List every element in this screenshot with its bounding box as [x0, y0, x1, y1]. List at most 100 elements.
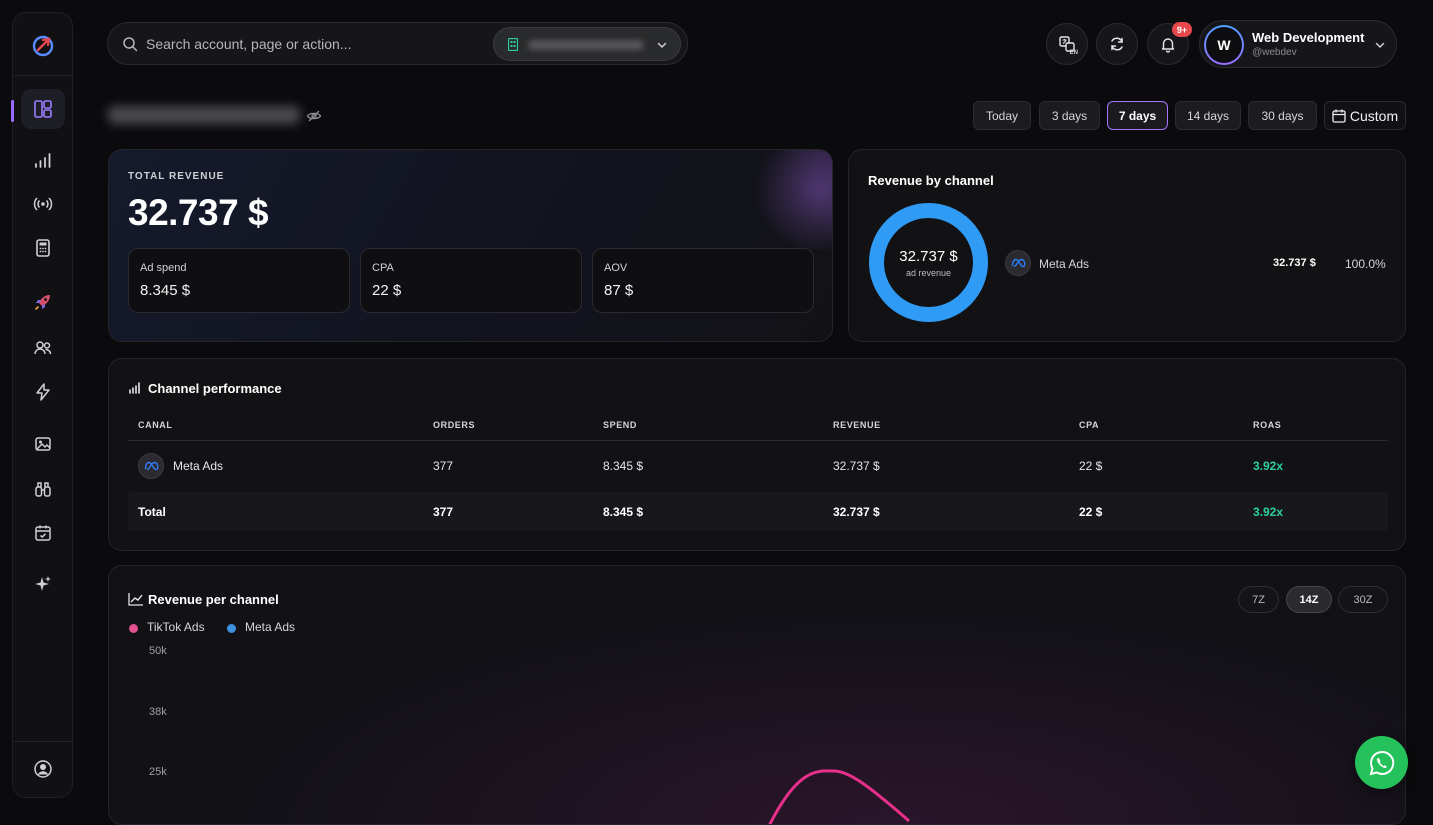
broadcast-icon — [33, 197, 53, 211]
sidebar-item-research[interactable] — [21, 469, 65, 509]
total-revenue-card: TOTAL REVENUE 32.737 $ Ad spend 8.345 $ … — [108, 149, 833, 342]
whatsapp-icon — [1369, 750, 1394, 775]
meta-icon — [144, 461, 158, 471]
column-header-canal[interactable]: CANAL — [138, 420, 173, 430]
meta-logo — [138, 453, 164, 479]
range-14days-button[interactable]: 14 days — [1175, 101, 1241, 130]
revenue-by-channel-card: Revenue by channel 32.737 $ ad revenue M… — [848, 149, 1406, 342]
donut-subtitle: ad revenue — [905, 267, 952, 278]
legend-dot-tiktok — [129, 624, 138, 633]
rocket-icon — [35, 295, 50, 310]
range-30days-button[interactable]: 30 days — [1248, 101, 1317, 130]
card-title: Revenue per channel — [148, 592, 279, 607]
avatar-initial: W — [1206, 27, 1242, 63]
total-revenue-value: 32.737 $ — [128, 192, 269, 233]
chevron-down-icon — [657, 42, 667, 49]
logo-icon[interactable] — [29, 31, 57, 59]
table-total-row — [128, 492, 1388, 531]
sidebar-item-automations[interactable] — [21, 372, 65, 412]
account-name-redacted — [528, 40, 644, 50]
revenue-line-chart — [768, 769, 910, 824]
sidebar-item-account[interactable] — [21, 749, 65, 789]
decorative-glow — [749, 150, 832, 250]
users-icon — [34, 341, 52, 355]
column-header-cpa[interactable]: CPA — [1079, 420, 1099, 430]
dashboard-icon — [34, 100, 52, 118]
account-selector[interactable] — [493, 27, 681, 61]
sparkles-icon — [35, 576, 51, 591]
whatsapp-button[interactable] — [1355, 736, 1408, 789]
lightning-icon — [36, 383, 50, 401]
line-chart-icon — [128, 593, 143, 606]
period-chip-7[interactable]: 7Z — [1238, 586, 1279, 613]
notifications-button[interactable]: 9+ — [1147, 22, 1192, 65]
search-bar — [107, 22, 688, 65]
refresh-button[interactable] — [1096, 23, 1138, 65]
series-line-tiktok-ads — [768, 769, 910, 824]
column-header-spend[interactable]: SPEND — [603, 420, 637, 430]
meta-icon — [1011, 258, 1025, 268]
range-7days-button[interactable]: 7 days — [1107, 101, 1168, 130]
bar-chart-icon — [129, 382, 140, 394]
sidebar-item-team[interactable] — [21, 328, 65, 368]
y-tick-label: 25k — [149, 766, 167, 778]
column-header-orders[interactable]: ORDERS — [433, 420, 475, 430]
search-input[interactable] — [146, 33, 486, 55]
metric-ad-spend: Ad spend 8.345 $ — [128, 248, 350, 313]
language-button[interactable]: EN — [1046, 23, 1088, 65]
metric-label: AOV — [604, 262, 628, 274]
sidebar-item-live[interactable] — [21, 184, 65, 224]
donut-center: 32.737 $ ad revenue — [868, 202, 989, 323]
meta-logo — [1005, 250, 1031, 276]
metric-aov: AOV 87 $ — [592, 248, 814, 313]
channel-name: Meta Ads — [1039, 257, 1090, 271]
total-orders: 377 — [433, 505, 454, 519]
profile-menu[interactable]: W Web Development @webdev — [1199, 20, 1397, 68]
calendar-check-icon — [35, 525, 51, 541]
sidebar-item-launch[interactable] — [21, 282, 65, 322]
language-code: EN — [1069, 50, 1078, 56]
total-spend: 8.345 $ — [603, 505, 644, 519]
column-header-revenue[interactable]: REVENUE — [833, 420, 881, 430]
legend-label-tiktok[interactable]: TikTok Ads — [147, 620, 205, 634]
legend-label-meta[interactable]: Meta Ads — [245, 620, 295, 634]
page-title-redacted — [108, 106, 300, 124]
sidebar — [11, 12, 73, 798]
column-header-roas[interactable]: ROAS — [1253, 420, 1281, 430]
refresh-icon — [1111, 37, 1123, 51]
user-circle-icon — [34, 760, 52, 778]
cell-cpa: 22 $ — [1079, 459, 1103, 473]
sidebar-divider — [13, 741, 72, 742]
donut-value: 32.737 $ — [899, 247, 958, 265]
metric-label: CPA — [372, 262, 394, 274]
notification-badge: 9+ — [1172, 22, 1192, 37]
total-roas: 3.92x — [1253, 505, 1284, 519]
bell-icon — [1161, 38, 1175, 53]
range-today-button[interactable]: Today — [973, 101, 1031, 130]
metric-label: Ad spend — [140, 262, 187, 274]
revenue-per-channel-card: Revenue per channel 7Z 14Z 30Z TikTok Ad… — [108, 565, 1406, 825]
range-3days-button[interactable]: 3 days — [1039, 101, 1100, 130]
metric-value: 22 $ — [372, 282, 402, 299]
avatar: W — [1204, 25, 1244, 65]
bar-chart-icon — [35, 153, 51, 168]
eye-off-icon[interactable] — [306, 108, 322, 124]
sidebar-item-analytics[interactable] — [21, 140, 65, 180]
sidebar-item-calculator[interactable] — [21, 228, 65, 268]
search-icon — [123, 37, 138, 52]
cell-orders: 377 — [433, 459, 454, 473]
sidebar-item-creatives[interactable] — [21, 424, 65, 464]
period-chip-30[interactable]: 30Z — [1338, 586, 1388, 613]
sidebar-item-dashboard[interactable] — [21, 89, 65, 129]
calculator-icon — [36, 239, 50, 257]
metric-cpa: CPA 22 $ — [360, 248, 582, 313]
sidebar-divider — [13, 75, 72, 76]
cell-revenue: 32.737 $ — [833, 459, 880, 473]
sidebar-item-ai[interactable] — [21, 564, 65, 604]
y-tick-label: 38k — [149, 706, 167, 718]
period-chip-14[interactable]: 14Z — [1286, 586, 1332, 613]
cell-spend: 8.345 $ — [603, 459, 644, 473]
custom-range-button[interactable]: Custom — [1324, 101, 1406, 130]
sidebar-item-calendar[interactable] — [21, 513, 65, 553]
legend-dot-meta — [227, 624, 236, 633]
